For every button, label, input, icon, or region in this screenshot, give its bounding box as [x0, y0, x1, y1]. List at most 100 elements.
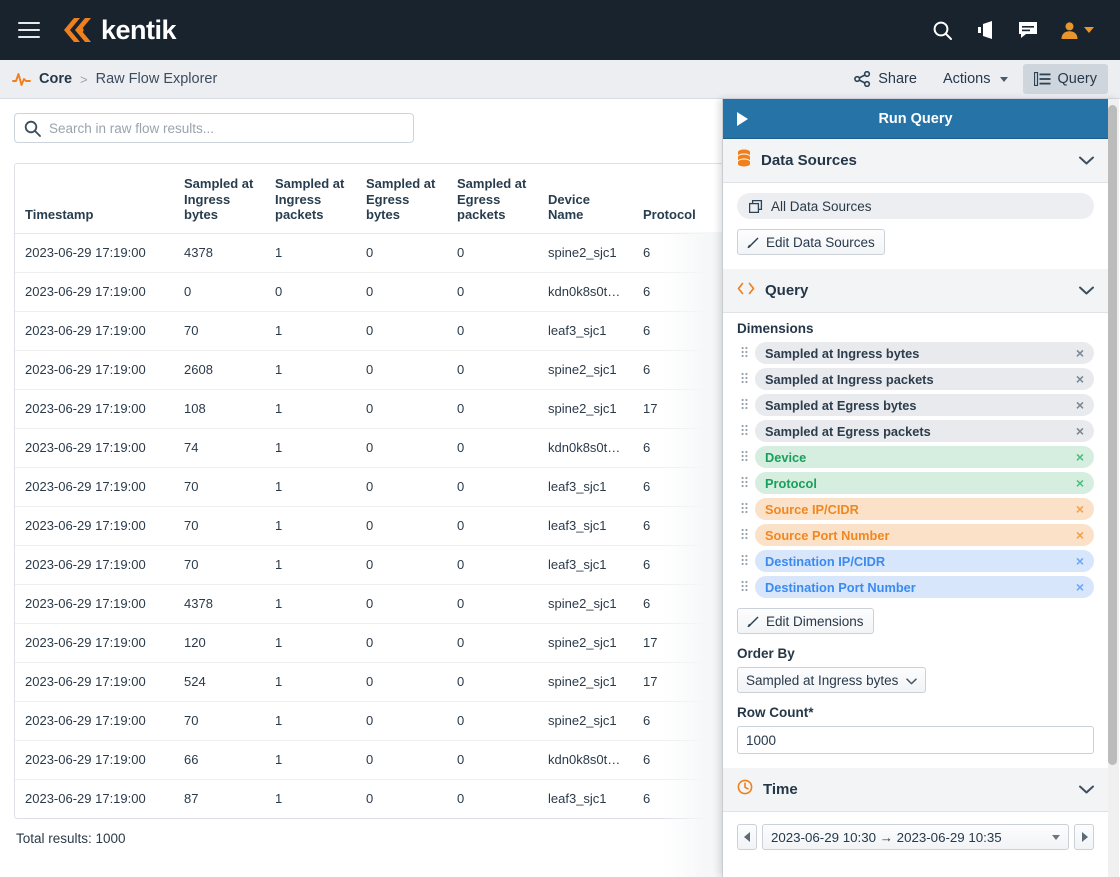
- cell-ingress-bytes: 4378: [174, 584, 265, 623]
- order-by-select[interactable]: Sampled at Ingress bytes: [737, 667, 926, 693]
- run-query-label: Run Query: [878, 111, 952, 127]
- dimension-pill[interactable]: Destination IP/CIDR×: [755, 550, 1094, 572]
- cell-egress-packets: 0: [447, 233, 538, 272]
- cell-ingress-bytes: 108: [174, 389, 265, 428]
- remove-dimension-icon[interactable]: ×: [1076, 502, 1084, 516]
- hamburger-icon[interactable]: [18, 22, 40, 38]
- chevron-down-icon[interactable]: [1079, 152, 1094, 170]
- drag-handle-icon[interactable]: [737, 346, 751, 360]
- time-prev-button[interactable]: [737, 824, 757, 850]
- col-header-egress-packets[interactable]: Sampled at Egress packets: [447, 164, 538, 233]
- query-panel: Run Query Data Sources: [722, 99, 1120, 877]
- drag-handle-icon[interactable]: [737, 502, 751, 516]
- table-row[interactable]: 2023-06-29 17:19:000000kdn0k8s0th...6: [15, 272, 722, 311]
- time-range-field[interactable]: 2023-06-29 10:30 → 2023-06-29 10:35: [762, 824, 1069, 850]
- table-row[interactable]: 2023-06-29 17:19:004378100spine2_sjc16: [15, 233, 722, 272]
- table-row[interactable]: 2023-06-29 17:19:00524100spine2_sjc117: [15, 662, 722, 701]
- chevron-down-icon[interactable]: [1079, 282, 1094, 300]
- cell-ingress-packets: 1: [265, 545, 356, 584]
- table-row[interactable]: 2023-06-29 17:19:00108100spine2_sjc117: [15, 389, 722, 428]
- table-row[interactable]: 2023-06-29 17:19:0070100spine2_sjc16: [15, 701, 722, 740]
- table-row[interactable]: 2023-06-29 17:19:0070100leaf3_sjc16: [15, 506, 722, 545]
- drag-handle-icon[interactable]: [737, 398, 751, 412]
- actions-button[interactable]: Actions: [932, 64, 1019, 94]
- cell-device-name: spine2_sjc1: [538, 389, 633, 428]
- section-header-data-sources[interactable]: Data Sources: [723, 139, 1108, 183]
- user-menu[interactable]: [1060, 21, 1094, 40]
- edit-dimensions-button[interactable]: Edit Dimensions: [737, 608, 874, 634]
- col-header-ingress-packets[interactable]: Sampled at Ingress packets: [265, 164, 356, 233]
- table-row[interactable]: 2023-06-29 17:19:0070100leaf3_sjc16: [15, 545, 722, 584]
- run-query-button[interactable]: Run Query: [723, 99, 1108, 139]
- share-button[interactable]: Share: [843, 64, 928, 94]
- chevron-down-icon[interactable]: [1079, 781, 1094, 799]
- dimension-pill[interactable]: Sampled at Egress packets×: [755, 420, 1094, 442]
- dimension-pill[interactable]: Sampled at Ingress packets×: [755, 368, 1094, 390]
- dimension-pill[interactable]: Sampled at Egress bytes×: [755, 394, 1094, 416]
- database-icon: [737, 149, 751, 172]
- brand-logo[interactable]: kentik: [61, 15, 176, 46]
- dimension-pill[interactable]: Device ×: [755, 446, 1094, 468]
- table-row[interactable]: 2023-06-29 17:19:0070100leaf3_sjc16: [15, 467, 722, 506]
- row-count-input[interactable]: [737, 726, 1094, 754]
- remove-dimension-icon[interactable]: ×: [1076, 450, 1084, 464]
- drag-handle-icon[interactable]: [737, 528, 751, 542]
- remove-dimension-icon[interactable]: ×: [1076, 398, 1084, 412]
- panel-scrollbar-track[interactable]: [1108, 99, 1119, 877]
- remove-dimension-icon[interactable]: ×: [1076, 424, 1084, 438]
- time-next-button[interactable]: [1074, 824, 1094, 850]
- drag-handle-icon[interactable]: [737, 580, 751, 594]
- section-title-query: Query: [765, 282, 808, 299]
- col-header-protocol[interactable]: Protocol: [633, 164, 715, 233]
- share-label: Share: [878, 71, 917, 87]
- table-row[interactable]: 2023-06-29 17:19:00120100spine2_sjc117: [15, 623, 722, 662]
- query-toggle-button[interactable]: Query: [1023, 64, 1109, 94]
- table-row[interactable]: 2023-06-29 17:19:002608100spine2_sjc16: [15, 350, 722, 389]
- dimension-label: Device: [765, 450, 806, 465]
- breadcrumb-root[interactable]: Core: [39, 71, 72, 87]
- remove-dimension-icon[interactable]: ×: [1076, 528, 1084, 542]
- all-data-sources-pill[interactable]: All Data Sources: [737, 193, 1094, 219]
- search-icon[interactable]: [932, 20, 953, 41]
- remove-dimension-icon[interactable]: ×: [1076, 346, 1084, 360]
- remove-dimension-icon[interactable]: ×: [1076, 476, 1084, 490]
- cell-timestamp: 2023-06-29 17:19:00: [15, 701, 174, 740]
- col-header-egress-bytes[interactable]: Sampled at Egress bytes: [356, 164, 447, 233]
- table-row[interactable]: 2023-06-29 17:19:0066100kdn0k8s0th...6: [15, 740, 722, 779]
- col-header-ingress-bytes[interactable]: Sampled at Ingress bytes: [174, 164, 265, 233]
- section-header-query[interactable]: Query: [723, 269, 1108, 313]
- drag-handle-icon[interactable]: [737, 424, 751, 438]
- table-row[interactable]: 2023-06-29 17:19:0087100leaf3_sjc16: [15, 779, 722, 818]
- table-row[interactable]: 2023-06-29 17:19:0070100leaf3_sjc16: [15, 311, 722, 350]
- share-icon: [854, 71, 871, 87]
- panel-scrollbar-thumb[interactable]: [1108, 105, 1117, 765]
- chat-icon[interactable]: [1018, 21, 1038, 40]
- col-header-overflow: [715, 164, 722, 233]
- table-row[interactable]: 2023-06-29 17:19:0074100kdn0k8s0th...6: [15, 428, 722, 467]
- drag-handle-icon[interactable]: [737, 554, 751, 568]
- search-input[interactable]: [14, 113, 414, 143]
- order-by-label: Order By: [737, 646, 1094, 661]
- remove-dimension-icon[interactable]: ×: [1076, 580, 1084, 594]
- col-header-device-name[interactable]: Device Name: [538, 164, 633, 233]
- dimension-pill[interactable]: Destination Port Number×: [755, 576, 1094, 598]
- remove-dimension-icon[interactable]: ×: [1076, 554, 1084, 568]
- cell-egress-bytes: 0: [356, 428, 447, 467]
- col-header-timestamp[interactable]: Timestamp: [15, 164, 174, 233]
- edit-data-sources-button[interactable]: Edit Data Sources: [737, 229, 885, 255]
- table-row[interactable]: 2023-06-29 17:19:004378100spine2_sjc16: [15, 584, 722, 623]
- megaphone-icon[interactable]: [975, 21, 996, 39]
- dimension-pill[interactable]: Source Port Number×: [755, 524, 1094, 546]
- section-header-time[interactable]: Time: [723, 768, 1108, 812]
- dimension-pill[interactable]: Sampled at Ingress bytes×: [755, 342, 1094, 364]
- drag-handle-icon[interactable]: [737, 372, 751, 386]
- navbar-actions: [932, 20, 1102, 41]
- cell-ingress-packets: 1: [265, 389, 356, 428]
- dimension-pill[interactable]: Protocol×: [755, 472, 1094, 494]
- remove-dimension-icon[interactable]: ×: [1076, 372, 1084, 386]
- drag-handle-icon[interactable]: [737, 476, 751, 490]
- clock-icon: [737, 779, 753, 800]
- cell-egress-packets: 0: [447, 467, 538, 506]
- drag-handle-icon[interactable]: [737, 450, 751, 464]
- dimension-pill[interactable]: Source IP/CIDR×: [755, 498, 1094, 520]
